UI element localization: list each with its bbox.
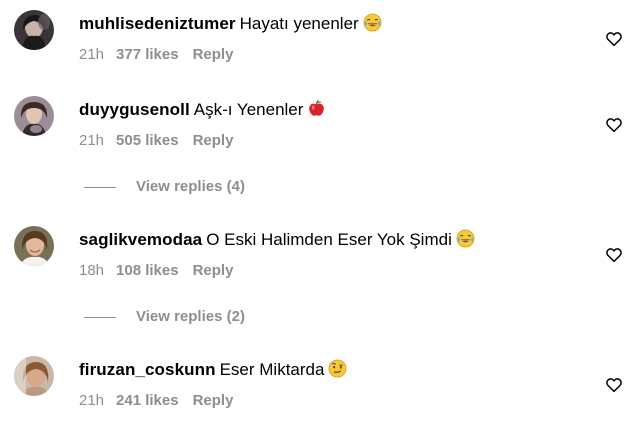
comment-meta: 21h 505 likes Reply — [79, 132, 233, 150]
heart-icon[interactable] — [605, 376, 623, 394]
replies-divider — [84, 317, 116, 318]
reply-button[interactable]: Reply — [193, 392, 234, 410]
comment-line: saglikvemodaa O Eski Halimden Eser Yok Şi… — [79, 229, 475, 250]
view-replies-button[interactable]: View replies (4) — [84, 177, 284, 197]
reply-button[interactable]: Reply — [193, 262, 234, 280]
comment-text: Hayatı yenenler — [239, 14, 359, 33]
view-replies-button[interactable]: View replies (2) — [84, 307, 284, 327]
avatar[interactable] — [14, 356, 54, 396]
tears-of-joy-emoji-icon — [363, 13, 382, 32]
timestamp: 21h — [79, 392, 105, 409]
heart-icon[interactable] — [605, 116, 623, 134]
likes-count[interactable]: 505 likes — [116, 132, 179, 150]
comment-meta: 21h 241 likes Reply — [79, 392, 233, 410]
comment-text: O Eski Halimden Eser Yok Şimdi — [206, 230, 452, 249]
avatar[interactable] — [14, 96, 54, 136]
comment-meta: 18h 108 likes Reply — [79, 262, 233, 280]
avatar[interactable] — [14, 226, 54, 266]
username[interactable]: saglikvemodaa — [79, 230, 202, 249]
heart-icon[interactable] — [605, 30, 623, 48]
red-apple-emoji-icon — [307, 99, 326, 118]
comment-item: duyygusenoll Aşk-ı Yenenler 21h 505 likes R… — [0, 96, 635, 156]
comment-line: duyygusenoll Aşk-ı Yenenler — [79, 99, 326, 120]
comment-text: Eser Miktarda — [219, 360, 325, 379]
comment-text: Aşk-ı Yenenler — [193, 100, 304, 119]
timestamp: 21h — [79, 46, 105, 63]
likes-count[interactable]: 108 likes — [116, 262, 179, 280]
comment-item: firuzan_coskunn Eser Miktarda 21h 241 like… — [0, 356, 635, 416]
username[interactable]: firuzan_coskunn — [79, 360, 216, 379]
replies-divider — [84, 187, 116, 188]
raised-eyebrow-emoji-icon — [328, 359, 347, 378]
timestamp: 21h — [79, 132, 105, 149]
username[interactable]: duyygusenoll — [79, 100, 190, 119]
tears-of-joy-emoji-icon — [456, 229, 475, 248]
timestamp: 18h — [79, 262, 105, 279]
comment-line: muhlisedeniztumer Hayatı yenenler — [79, 13, 382, 34]
comment-item: saglikvemodaa O Eski Halimden Eser Yok Şi… — [0, 226, 635, 286]
username[interactable]: muhlisedeniztumer — [79, 14, 236, 33]
reply-button[interactable]: Reply — [193, 132, 234, 150]
view-replies-label[interactable]: View replies (4) — [136, 177, 245, 197]
comment-item: muhlisedeniztumer Hayatı yenenler 21h 377 … — [0, 10, 635, 70]
heart-icon[interactable] — [605, 246, 623, 264]
comment-feed: muhlisedeniztumer Hayatı yenenler 21h 377 … — [0, 0, 635, 426]
reply-button[interactable]: Reply — [193, 46, 234, 64]
view-replies-label[interactable]: View replies (2) — [136, 307, 245, 327]
avatar[interactable] — [14, 10, 54, 50]
comment-line: firuzan_coskunn Eser Miktarda — [79, 359, 347, 380]
comment-meta: 21h 377 likes Reply — [79, 46, 233, 64]
likes-count[interactable]: 241 likes — [116, 392, 179, 410]
likes-count[interactable]: 377 likes — [116, 46, 179, 64]
